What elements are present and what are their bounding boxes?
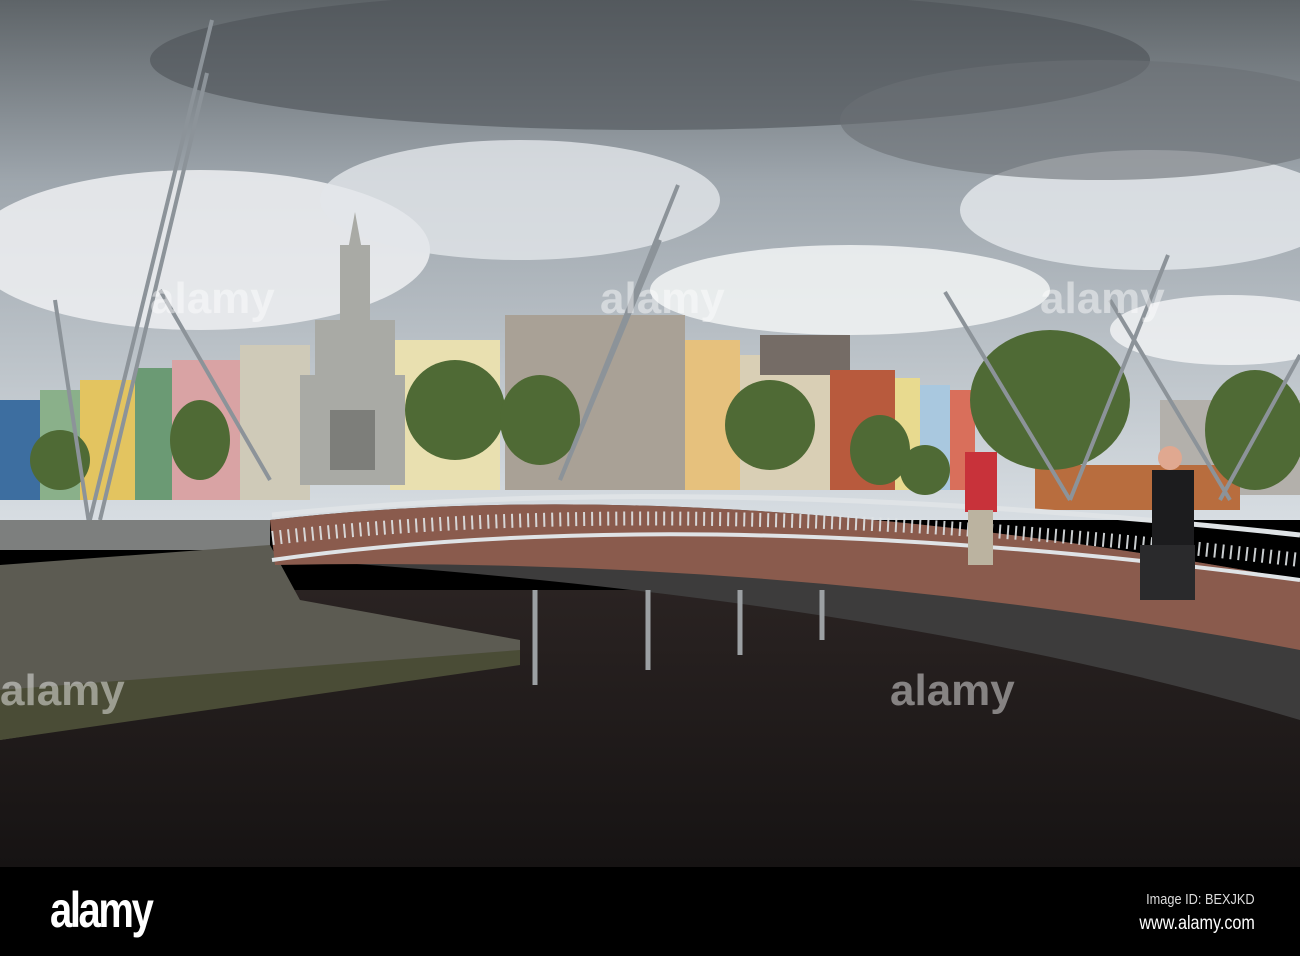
photo-scene: alamy alamy alamy alamy alamy <box>0 0 1300 867</box>
image-id: Image ID: BEXJKD <box>1146 891 1255 908</box>
svg-text:alamy: alamy <box>890 666 1015 715</box>
svg-text:alamy: alamy <box>0 666 125 715</box>
site-url: www.alamy.com <box>1139 913 1255 934</box>
footer-bar: alamy Image ID: BEXJKD www.alamy.com <box>0 867 1300 956</box>
svg-text:alamy: alamy <box>150 274 275 323</box>
alamy-logo: alamy <box>50 882 154 938</box>
svg-text:alamy: alamy <box>1040 274 1165 323</box>
svg-text:alamy: alamy <box>600 274 725 323</box>
